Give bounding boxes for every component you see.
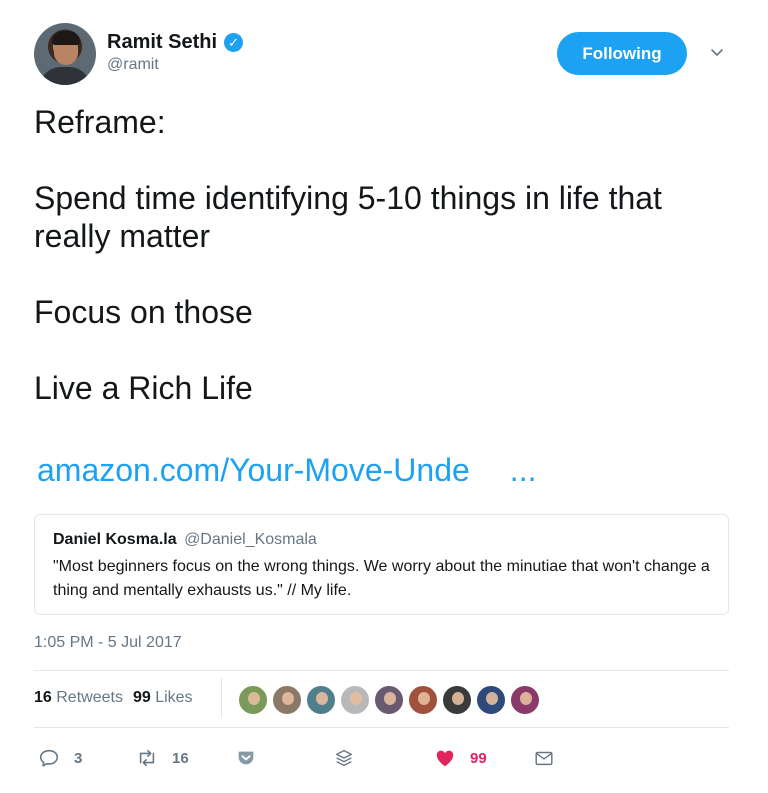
like-count: 99	[470, 749, 487, 767]
quoted-tweet[interactable]: Daniel Kosma.la @Daniel_Kosmala "Most be…	[34, 514, 729, 615]
liker-avatar[interactable]	[374, 685, 404, 715]
liker-avatar[interactable]	[442, 685, 472, 715]
quoted-author-handle: @Daniel_Kosmala	[184, 531, 317, 548]
tweet-link-text: amazon.com/Your-Move-Unde	[37, 452, 470, 488]
tweet-link-ellipsis: ...	[509, 452, 537, 488]
tweet-line: Live a Rich Life	[34, 370, 253, 406]
tweet-link[interactable]: amazon.com/Your-Move-Unde...	[37, 451, 536, 489]
retweets-stat[interactable]: 16 Retweets	[34, 689, 123, 706]
buffer-button[interactable]	[333, 745, 355, 771]
direct-message-button[interactable]	[533, 745, 555, 771]
liker-avatar[interactable]	[408, 685, 438, 715]
likes-stat[interactable]: 99 Likes	[133, 689, 193, 706]
liker-avatar[interactable]	[476, 685, 506, 715]
tweet-line: Reframe:	[34, 104, 166, 140]
retweet-button[interactable]: 16	[136, 745, 189, 771]
retweets-label: Retweets	[56, 689, 123, 706]
pocket-button[interactable]	[235, 745, 257, 771]
author-handle[interactable]: @ramit	[107, 56, 159, 74]
liker-avatar[interactable]	[238, 685, 268, 715]
tweet-timestamp[interactable]: 1:05 PM - 5 Jul 2017	[34, 634, 182, 652]
like-button[interactable]: 99	[434, 745, 487, 771]
avatar-hair	[52, 31, 80, 45]
avatar-shirt	[39, 67, 91, 85]
stats-separator	[221, 678, 222, 718]
tweet-line: Focus on those	[34, 294, 253, 330]
tweet-card: Ramit Sethi ✓ @ramit Following Reframe: …	[0, 0, 768, 793]
tweet-stats: 16 Retweets 99 Likes	[34, 689, 193, 707]
retweets-count: 16	[34, 689, 52, 706]
author-name-row[interactable]: Ramit Sethi ✓	[107, 29, 244, 55]
liker-avatar[interactable]	[306, 685, 336, 715]
verified-badge-icon: ✓	[224, 32, 244, 52]
quoted-tweet-text: "Most beginners focus on the wrong thing…	[53, 558, 710, 599]
reply-count: 3	[74, 749, 83, 767]
likes-count: 99	[132, 689, 151, 706]
liker-avatar[interactable]	[510, 685, 540, 715]
chevron-down-icon[interactable]	[708, 44, 726, 62]
buffer-icon	[335, 749, 353, 767]
quoted-author-name: Daniel Kosma.la	[53, 531, 177, 548]
envelope-icon	[535, 751, 553, 766]
retweet-icon	[139, 749, 155, 767]
retweet-count: 16	[172, 749, 189, 767]
liker-avatar[interactable]	[272, 685, 302, 715]
liker-avatar[interactable]	[340, 685, 370, 715]
divider	[34, 727, 729, 728]
avatar[interactable]	[34, 23, 96, 85]
following-button[interactable]: Following	[557, 32, 687, 75]
tweet-line: Spend time identifying 5-10 things in li…	[34, 180, 662, 254]
quoted-tweet-header: Daniel Kosma.la @Daniel_Kosmala	[53, 531, 317, 549]
divider	[34, 670, 729, 671]
author-display-name[interactable]: Ramit Sethi	[107, 31, 217, 54]
likes-label: Likes	[155, 689, 193, 706]
heart-icon	[436, 750, 454, 767]
reply-icon	[39, 749, 59, 767]
pocket-icon	[238, 751, 254, 765]
tweet-text: Reframe: Spend time identifying 5-10 thi…	[34, 103, 734, 407]
reply-button[interactable]: 3	[38, 745, 82, 771]
liker-avatars	[238, 685, 540, 715]
